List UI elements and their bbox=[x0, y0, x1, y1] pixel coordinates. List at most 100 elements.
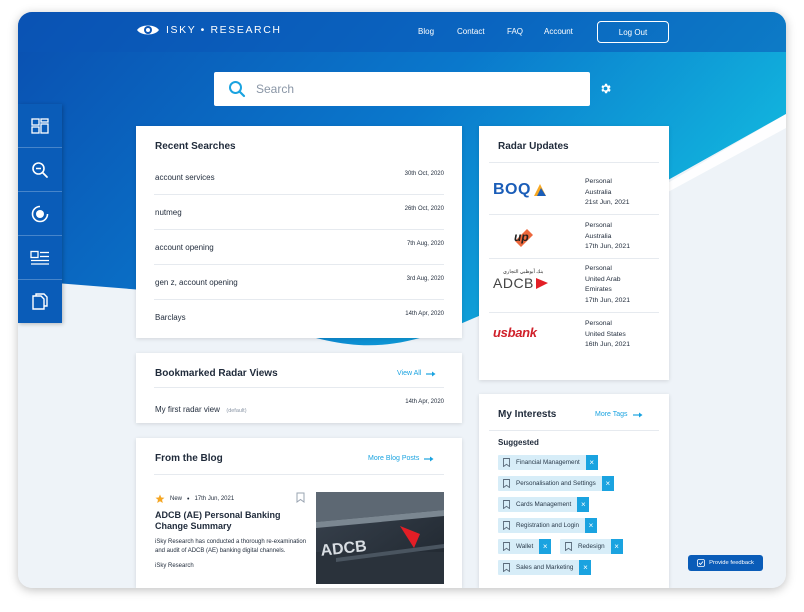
search-bar bbox=[214, 72, 590, 106]
blog-post-summary: iSky Research has conducted a thorough r… bbox=[155, 539, 307, 554]
remove-tag-button[interactable]: × bbox=[585, 455, 598, 470]
radar-update-info: Personal Australia 21st Jun, 2021 bbox=[585, 177, 630, 209]
bookmarked-views-title: Bookmarked Radar Views bbox=[155, 368, 278, 379]
view-all-link[interactable]: View All bbox=[397, 370, 436, 377]
radar-date: 17th Jun, 2021 bbox=[585, 296, 630, 304]
sidebar-item-dashboard[interactable] bbox=[18, 104, 62, 148]
recent-search-row[interactable]: nutmeg 26th Oct, 2020 bbox=[154, 195, 444, 230]
view-all-label: View All bbox=[397, 370, 422, 377]
interest-tag[interactable]: Financial Management × bbox=[498, 455, 598, 470]
interests-title: My Interests bbox=[498, 409, 557, 420]
radar-country: United Arab Emirates bbox=[585, 275, 621, 294]
interest-tag[interactable]: Registration and Login × bbox=[498, 518, 598, 533]
remove-tag-button[interactable]: × bbox=[579, 560, 592, 575]
radar-updates-card: Radar Updates BOQ Personal Australia 21s… bbox=[479, 126, 669, 380]
nav-blog-link[interactable]: Blog bbox=[418, 27, 434, 36]
interest-tag[interactable]: Sales and Marketing × bbox=[498, 560, 592, 575]
blog-title: From the Blog bbox=[155, 453, 223, 464]
search-input[interactable] bbox=[256, 82, 556, 96]
more-tags-label: More Tags bbox=[595, 411, 628, 418]
radar-update-row[interactable]: usbank Personal United States 16th Jun, … bbox=[489, 313, 659, 363]
search-date: 3rd Aug, 2020 bbox=[406, 276, 444, 282]
remove-tag-button[interactable]: × bbox=[577, 497, 590, 512]
search-query: account opening bbox=[155, 243, 214, 252]
interest-tag[interactable]: Redesign × bbox=[560, 539, 623, 554]
interest-tag[interactable]: Wallet × bbox=[498, 539, 552, 554]
radar-date: 21st Jun, 2021 bbox=[585, 199, 630, 206]
tag-label: Personalisation and Settings bbox=[516, 480, 596, 487]
sidebar-item-news[interactable] bbox=[18, 236, 62, 280]
new-badge: New bbox=[170, 496, 183, 502]
remove-tag-button[interactable]: × bbox=[585, 518, 598, 533]
tag-label: Registration and Login bbox=[516, 522, 580, 529]
brand-logo[interactable]: ISKY • RESEARCH bbox=[136, 23, 282, 37]
bookmark-icon bbox=[500, 521, 512, 530]
search-icon[interactable] bbox=[228, 80, 246, 98]
brand-name: ISKY • RESEARCH bbox=[166, 24, 282, 36]
remove-tag-button[interactable]: × bbox=[610, 539, 623, 554]
documents-icon bbox=[32, 293, 48, 310]
radar-updates-title: Radar Updates bbox=[498, 141, 569, 152]
blog-post[interactable]: New • 17th Jun, 2021 ADCB (AE) Personal … bbox=[155, 494, 313, 569]
feedback-check-icon bbox=[697, 559, 705, 567]
recent-searches-title: Recent Searches bbox=[155, 141, 236, 152]
radar-date: 16th Jun, 2021 bbox=[585, 341, 630, 348]
search-query: gen z, account opening bbox=[155, 278, 238, 287]
arrow-right-icon bbox=[426, 371, 436, 376]
bookmark-icon bbox=[500, 500, 512, 509]
more-blog-posts-link[interactable]: More Blog Posts bbox=[368, 455, 434, 462]
dashboard-icon bbox=[31, 117, 49, 134]
remove-tag-button[interactable]: × bbox=[539, 539, 552, 554]
sidebar-item-radar[interactable] bbox=[18, 192, 62, 236]
search-query: account services bbox=[155, 173, 215, 182]
usbank-logo: usbank bbox=[493, 325, 537, 340]
search-date: 26th Oct, 2020 bbox=[404, 206, 444, 212]
bookmark-icon[interactable] bbox=[296, 492, 305, 503]
radar-update-row[interactable]: BOQ Personal Australia 21st Jun, 2021 bbox=[489, 171, 659, 215]
nav-account-link[interactable]: Account bbox=[544, 27, 573, 36]
more-blog-posts-label: More Blog Posts bbox=[368, 455, 420, 462]
provide-feedback-button[interactable]: Provide feedback bbox=[688, 555, 763, 571]
interest-tag[interactable]: Cards Management × bbox=[498, 497, 590, 512]
star-icon bbox=[155, 494, 165, 503]
adcb-mark-icon bbox=[535, 278, 548, 289]
recent-searches-card: Recent Searches account services 30th Oc… bbox=[136, 126, 462, 338]
sidebar-item-documents[interactable] bbox=[18, 280, 62, 324]
radar-date: 17th Jun, 2021 bbox=[585, 243, 630, 250]
recent-search-row[interactable]: Barclays 14th Apr, 2020 bbox=[154, 300, 444, 335]
arrow-right-icon bbox=[424, 456, 434, 461]
boq-mark-icon bbox=[533, 184, 546, 196]
nav-contact-link[interactable]: Contact bbox=[457, 27, 485, 36]
up-logo: up bbox=[511, 226, 581, 248]
top-bar: ISKY • RESEARCH Blog Contact FAQ Account… bbox=[18, 12, 786, 52]
more-tags-link[interactable]: More Tags bbox=[595, 411, 643, 418]
nav-faq-link[interactable]: FAQ bbox=[507, 27, 523, 36]
tag-label: Wallet bbox=[516, 543, 534, 550]
tag-label: Redesign bbox=[578, 543, 605, 550]
adcb-logo: بنك أبوظبي التجاري ADCB bbox=[493, 269, 563, 291]
radar-country: United States bbox=[585, 330, 626, 338]
remove-tag-button[interactable]: × bbox=[601, 476, 614, 491]
tag-label: Financial Management bbox=[516, 459, 580, 466]
blog-post-image[interactable]: ADCB bbox=[316, 492, 444, 584]
logout-button[interactable]: Log Out bbox=[597, 21, 669, 43]
recent-search-row[interactable]: gen z, account opening 3rd Aug, 2020 bbox=[154, 265, 444, 300]
recent-search-row[interactable]: account services 30th Oct, 2020 bbox=[154, 160, 444, 195]
radar-update-row[interactable]: up Personal Australia 17th Jun, 2021 bbox=[489, 215, 659, 259]
sidebar-item-search[interactable] bbox=[18, 148, 62, 192]
radar-country: Australia bbox=[585, 188, 612, 196]
radar-update-row[interactable]: بنك أبوظبي التجاري ADCB Personal United … bbox=[489, 259, 659, 313]
gear-icon[interactable] bbox=[599, 82, 612, 95]
bookmarked-view-item[interactable]: My first radar view (default) 14th Apr, … bbox=[155, 399, 444, 417]
divider bbox=[154, 474, 444, 475]
divider bbox=[489, 162, 659, 163]
radar-update-info: Personal United States 16th Jun, 2021 bbox=[585, 319, 630, 351]
radar-type: Personal bbox=[585, 320, 612, 327]
eye-logo-icon bbox=[137, 25, 159, 35]
suggested-label: Suggested bbox=[498, 438, 539, 447]
app-window: ISKY • RESEARCH Blog Contact FAQ Account… bbox=[18, 12, 786, 588]
bookmarked-view-name: My first radar view bbox=[155, 405, 220, 414]
boq-logo: BOQ bbox=[493, 181, 563, 199]
interest-tag[interactable]: Personalisation and Settings × bbox=[498, 476, 614, 491]
recent-search-row[interactable]: account opening 7th Aug, 2020 bbox=[154, 230, 444, 265]
